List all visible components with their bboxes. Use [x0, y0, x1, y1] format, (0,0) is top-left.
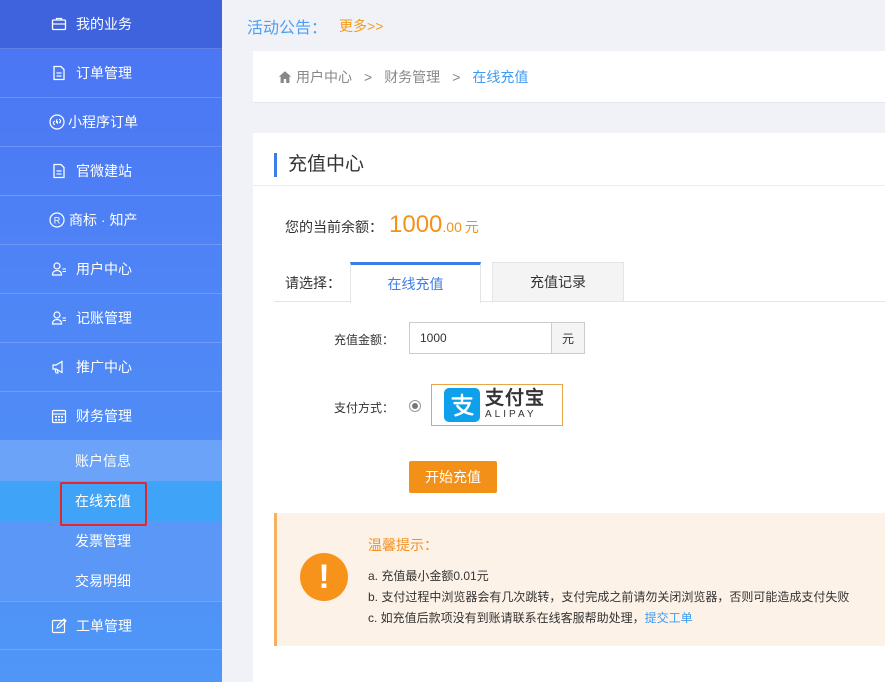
amount-field-group: 元	[409, 322, 585, 354]
breadcrumb-separator: >	[364, 68, 373, 85]
tip-line-c: c. 如充值后款项没有到账请联系在线客服帮助处理，提交工单	[368, 609, 693, 626]
sidebar-item-label: 商标 · 知产	[69, 212, 138, 228]
document-icon	[50, 64, 68, 82]
sidebar-item-finance[interactable]: 财务管理	[0, 392, 222, 441]
sidebar-item-label: 我的业务	[76, 16, 132, 32]
megaphone-icon	[50, 358, 68, 376]
sidebar-item-official-site[interactable]: 官微建站	[0, 147, 222, 196]
sidebar-item-promotion[interactable]: 推广中心	[0, 343, 222, 392]
document-icon	[50, 162, 68, 180]
svg-text:R: R	[54, 216, 61, 226]
registered-icon: R	[48, 211, 66, 229]
briefcase-icon	[50, 15, 68, 33]
balance-decimal: .00	[442, 219, 462, 235]
sidebar-item-my-business[interactable]: 我的业务	[0, 0, 222, 49]
tab-online-recharge[interactable]: 在线充值	[350, 262, 481, 303]
sidebar-item-miniprogram-orders[interactable]: 小程序订单	[0, 98, 222, 147]
home-icon	[278, 70, 292, 84]
balance-unit: 元	[464, 219, 479, 235]
recharge-card: 充值中心 您的当前余额： 1000 .00 元 请选择： 在线充值 充值记录 充…	[253, 133, 885, 682]
announcement-label: 活动公告：	[247, 19, 328, 37]
amount-input[interactable]	[409, 322, 552, 354]
sidebar-item-user-center[interactable]: 用户中心	[0, 245, 222, 294]
edit-icon	[50, 617, 68, 635]
announcement-more-link[interactable]: 更多>>	[339, 16, 383, 36]
breadcrumb-current: 在线充值	[472, 68, 529, 85]
sidebar-subitem-label: 交易明细	[75, 573, 131, 589]
submit-ticket-link[interactable]: 提交工单	[645, 611, 693, 625]
sidebar-item-label: 推广中心	[76, 359, 132, 375]
tips-title: 温馨提示：	[368, 537, 438, 553]
finance-submenu: 账户信息 在线充值 发票管理 交易明细	[0, 441, 222, 601]
breadcrumb: 用户中心 > 财务管理 > 在线充值	[253, 51, 885, 103]
user-icon	[50, 260, 68, 278]
alipay-logo-icon	[444, 388, 480, 422]
sidebar-item-orders[interactable]: 订单管理	[0, 49, 222, 98]
sidebar-subitem-label: 发票管理	[75, 533, 131, 549]
alipay-radio[interactable]	[409, 400, 421, 412]
radio-dot	[412, 403, 418, 409]
alipay-chinese-name: 支付宝	[485, 388, 546, 409]
tip-line-a: a. 充值最小金额0.01元	[368, 569, 489, 583]
sidebar-item-label: 用户中心	[76, 261, 132, 277]
sidebar-item-label: 小程序订单	[68, 114, 138, 130]
tab-label: 充值记录	[530, 274, 586, 290]
alipay-text: 支付宝 ALIPAY	[485, 389, 545, 421]
calendar-icon	[50, 407, 68, 425]
amount-unit: 元	[552, 322, 585, 354]
choose-label: 请选择：	[285, 275, 341, 291]
page-title: 充值中心	[274, 153, 364, 177]
sidebar-subitem-online-recharge[interactable]: 在线充值	[0, 481, 222, 521]
tip-line-b: b. 支付过程中浏览器会有几次跳转，支付完成之前请勿关闭浏览器，否则可能造成支付…	[368, 590, 850, 604]
balance-integer: 1000	[389, 211, 443, 238]
sidebar-item-label: 订单管理	[76, 65, 132, 81]
divider	[253, 185, 885, 186]
tip-line-c-text: c. 如充值后款项没有到账请联系在线客服帮助处理，	[368, 611, 645, 625]
exclamation-icon: !	[300, 553, 348, 601]
sidebar-item-trademark[interactable]: R 商标 · 知产	[0, 196, 222, 245]
sidebar-subitem-transactions[interactable]: 交易明细	[0, 561, 222, 601]
sidebar-item-label: 官微建站	[76, 163, 132, 179]
sidebar-item-label: 财务管理	[76, 408, 132, 424]
sidebar-item-label: 工单管理	[76, 617, 132, 634]
sidebar: 我的业务 订单管理 小程序订单 官微建站 R 商标 · 知产 用户中心 记账管理…	[0, 0, 222, 682]
amount-label: 充值金额：	[334, 333, 395, 347]
breadcrumb-home[interactable]: 用户中心	[296, 67, 352, 87]
breadcrumb-parent[interactable]: 财务管理	[384, 67, 440, 87]
start-recharge-button[interactable]: 开始充值	[409, 461, 497, 493]
sidebar-item-label: 记账管理	[76, 310, 132, 326]
sidebar-item-accounting[interactable]: 记账管理	[0, 294, 222, 343]
tips-panel: ! 温馨提示： a. 充值最小金额0.01元 b. 支付过程中浏览器会有几次跳转…	[274, 513, 885, 646]
sidebar-item-tickets[interactable]: 工单管理	[0, 601, 222, 650]
alipay-english-name: ALIPAY	[485, 409, 537, 420]
tab-label: 在线充值	[387, 276, 444, 292]
sidebar-subitem-label: 在线充值	[75, 493, 131, 509]
announcement-bar: 活动公告： 更多>>	[222, 0, 885, 51]
tab-recharge-history[interactable]: 充值记录	[492, 262, 624, 302]
sidebar-subitem-label: 账户信息	[75, 453, 131, 469]
user-icon	[50, 309, 68, 327]
breadcrumb-separator: >	[452, 68, 461, 85]
miniprogram-icon	[48, 113, 66, 131]
sidebar-subitem-invoices[interactable]: 发票管理	[0, 521, 222, 561]
payment-method-label: 支付方式：	[334, 401, 395, 415]
sidebar-subitem-account-info[interactable]: 账户信息	[0, 441, 222, 481]
balance-label: 您的当前余额：	[285, 219, 383, 235]
alipay-option[interactable]: 支付宝 ALIPAY	[431, 384, 563, 426]
balance-display: 您的当前余额： 1000 .00 元	[285, 211, 479, 239]
